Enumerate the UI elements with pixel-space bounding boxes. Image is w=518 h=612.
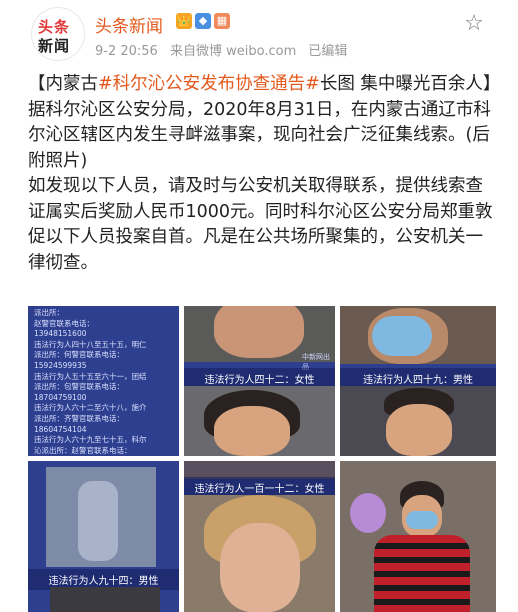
face-photo bbox=[220, 523, 300, 612]
crown-icon: 👑 bbox=[176, 13, 192, 29]
bystander bbox=[350, 493, 386, 533]
record-line: 18604754104 bbox=[34, 424, 87, 434]
record-line: 派出所： bbox=[34, 308, 64, 317]
contact-records: 派出所： 赵警官联系电话： 13948151600 违法行为人四十八至五十五，明… bbox=[34, 308, 174, 456]
image-tile-person-94[interactable]: 违法行为人九十四：男性 bbox=[28, 461, 179, 612]
image-tile-person-112[interactable]: 违法行为人一百一十二：女性 bbox=[184, 461, 335, 612]
record-line: 15924599935 bbox=[34, 360, 87, 370]
record-line: 18704759100 bbox=[34, 392, 87, 402]
avatar-logo-line2: 新闻 bbox=[38, 37, 71, 55]
record-line: 派出所：齐警官联系电话： bbox=[34, 413, 124, 423]
record-line: 违法行为人五十五至六十一，团结 bbox=[34, 371, 147, 381]
shirt bbox=[374, 535, 470, 612]
image-grid: 派出所： 赵警官联系电话： 13948151600 违法行为人四十八至五十五，明… bbox=[28, 306, 496, 612]
record-line: 沁派出所：赵警官联系电话： bbox=[34, 445, 132, 455]
text-prefix: 【内蒙古 bbox=[28, 74, 98, 94]
post-paragraph-2: 如发现以下人员，请及时与公安机关取得联系，提供线索查证属实后奖励人民币1000元… bbox=[28, 176, 493, 273]
edited-label[interactable]: 已编辑 bbox=[308, 44, 347, 59]
record-line: 13948151600 bbox=[34, 329, 87, 339]
image-tile-person-42[interactable]: 中新网出品 违法行为人四十二：女性 bbox=[184, 306, 335, 456]
mask bbox=[406, 511, 438, 529]
record-line: 违法行为人四十八至五十五，明仁 bbox=[34, 339, 147, 349]
record-line: 派出所：包警官联系电话： bbox=[34, 382, 124, 392]
post-source: 来自微博 weibo.com bbox=[169, 44, 297, 59]
image-tile-person-49[interactable]: 违法行为人四十九：男性 bbox=[340, 306, 496, 456]
vip-icon: ▦ bbox=[214, 13, 230, 29]
account-badges: 👑 ◆ ▦ bbox=[176, 13, 230, 29]
image-tile-contacts[interactable]: 派出所： 赵警官联系电话： 13948151600 违法行为人四十八至五十五，明… bbox=[28, 306, 179, 456]
post-meta: 9-2 20:56 来自微博 weibo.com 已编辑 bbox=[95, 40, 355, 59]
photo-bottom bbox=[50, 587, 160, 612]
account-name[interactable]: 头条新闻 bbox=[95, 12, 163, 37]
image-tile-crowd[interactable] bbox=[340, 461, 496, 612]
post-date[interactable]: 9-2 20:56 bbox=[95, 44, 158, 59]
post-header: 头条 新闻 头条新闻 👑 ◆ ▦ 9-2 20:56 来自微博 weibo.co… bbox=[0, 0, 518, 60]
star-icon[interactable]: ☆ bbox=[462, 12, 486, 36]
post-paragraph-1: 【内蒙古#科尔沁公安发布协查通告#长图 集中曝光百余人】据科尔沁区公安分局，20… bbox=[28, 72, 498, 174]
post-text: 【内蒙古#科尔沁公安发布协查通告#长图 集中曝光百余人】据科尔沁区公安分局，20… bbox=[28, 72, 498, 276]
record-line: 违法行为人六十二至六十八，施介 bbox=[34, 403, 147, 413]
record-line: 赵警官联系电话： bbox=[34, 318, 94, 328]
figure bbox=[78, 481, 118, 561]
hashtag-link[interactable]: #科尔沁公安发布协查通告# bbox=[98, 74, 320, 94]
avatar-logo-line1: 头条 bbox=[38, 18, 71, 36]
avatar[interactable]: 头条 新闻 bbox=[32, 8, 84, 60]
face-photo bbox=[214, 406, 290, 456]
diamond-icon: ◆ bbox=[195, 13, 211, 29]
record-line: 派出所：何警官联系电话： bbox=[34, 350, 124, 360]
face-photo bbox=[214, 306, 304, 358]
face-photo bbox=[386, 404, 452, 456]
mask bbox=[372, 316, 432, 356]
record-line: 违法行为人六十九至七十五，科尔 bbox=[34, 435, 147, 445]
